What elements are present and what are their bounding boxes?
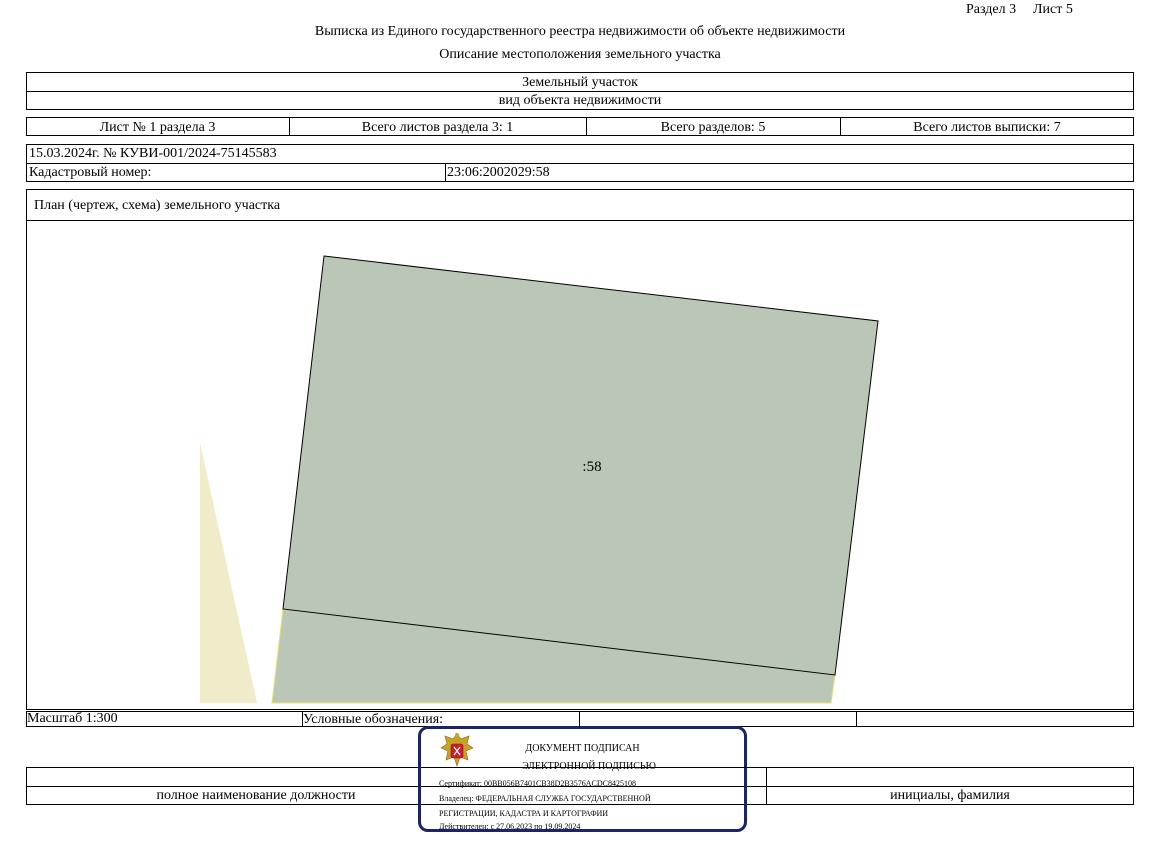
section-number: Раздел 3 <box>966 2 1017 17</box>
legend-row <box>26 711 1134 727</box>
parcel-main <box>282 255 879 676</box>
record-date-number: 15.03.2024г. № КУВИ-001/2024-75145583 <box>29 146 277 161</box>
sheet-number: Лист 5 <box>1033 2 1073 17</box>
neighbor-parcel-left <box>200 443 257 703</box>
total-section-sheets: Всего листов раздела 3: 1 <box>361 120 514 135</box>
scale-label: Масштаб 1:300 <box>27 711 118 726</box>
object-kind-caption: вид объекта недвижимости <box>498 93 662 108</box>
plan-caption: План (чертеж, схема) земельного участка <box>34 198 281 213</box>
sheet-of-section: Лист № 1 раздела 3 <box>99 120 216 135</box>
cadastral-number: 23:06:2002029:58 <box>447 165 550 180</box>
position-caption: полное наименование должности <box>156 788 356 803</box>
parcel-label: :58 <box>582 459 601 475</box>
stamp-owner-line-1: Владелец: ФЕДЕРАЛЬНАЯ СЛУЖБА ГОСУДАРСТВЕ… <box>439 794 651 803</box>
document-subtitle: Описание местоположения земельного участ… <box>439 47 721 62</box>
legend-label: Условные обозначения: <box>303 712 444 727</box>
object-name: Земельный участок <box>522 75 638 90</box>
total-sections: Всего разделов: 5 <box>660 120 766 135</box>
parcel-plan-drawing: :58 <box>200 255 879 704</box>
document-title: Выписка из Единого государственного реес… <box>314 24 846 39</box>
stamp-owner-line-2: РЕГИСТРАЦИИ, КАДАСТРА И КАРТОГРАФИИ <box>439 809 609 818</box>
stamp-valid: Действителен: с 27.06.2023 по 19.09.2024 <box>439 822 581 831</box>
stamp-line-1: ДОКУМЕНТ ПОДПИСАН <box>525 743 640 754</box>
total-extract-sheets: Всего листов выписки: 7 <box>913 120 1061 135</box>
stamp-certificate: Сертификат: 00BB056B7401CB38D2B3576ACDC8… <box>439 779 636 788</box>
name-caption: инициалы, фамилия <box>890 788 1010 803</box>
cadastral-label: Кадастровый номер: <box>29 165 152 180</box>
electronic-signature-stamp: ДОКУМЕНТ ПОДПИСАН ЭЛЕКТРОННОЙ ПОДПИСЬЮ С… <box>418 726 748 832</box>
